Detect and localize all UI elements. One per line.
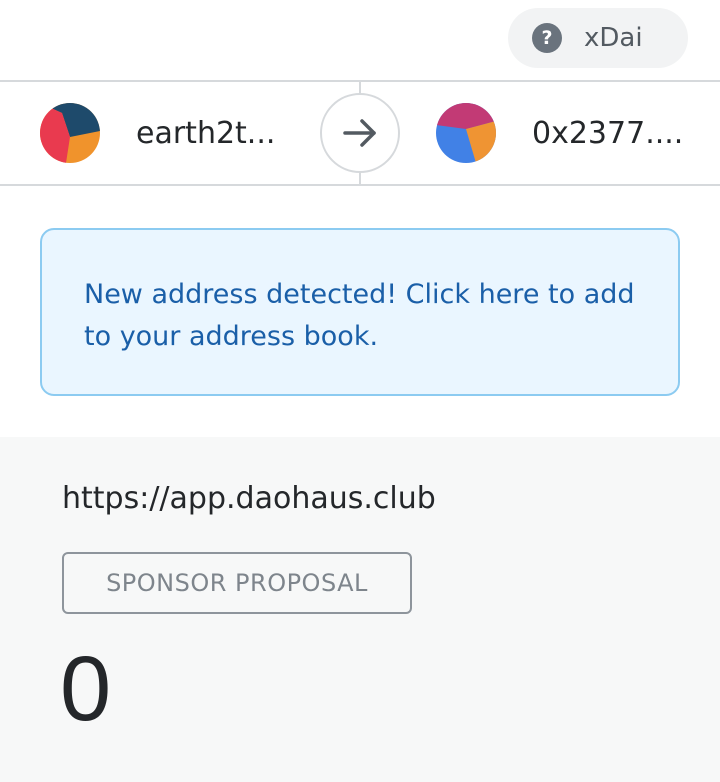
sender-avatar (40, 103, 100, 163)
method-badge: SPONSOR PROPOSAL (62, 552, 412, 614)
network-selector[interactable]: ? xDai (508, 8, 688, 68)
sender-name: earth2t... (136, 115, 276, 151)
transaction-details: https://app.daohaus.club SPONSOR PROPOSA… (0, 437, 720, 782)
new-address-notice[interactable]: New address detected! Click here to add … (40, 228, 680, 396)
header-bar: ? xDai (0, 0, 720, 82)
transaction-amount: 0 (60, 638, 112, 740)
notice-text[interactable]: New address detected! Click here to add … (84, 274, 638, 358)
sender-recipient-row: earth2t... 0x2377.... (0, 82, 720, 186)
recipient-account[interactable]: 0x2377.... (436, 102, 683, 164)
recipient-name: 0x2377.... (532, 115, 684, 151)
recipient-avatar (436, 103, 496, 163)
arrow-right-icon (320, 93, 400, 173)
help-icon: ? (532, 23, 562, 53)
sender-account[interactable]: earth2t... (40, 102, 275, 164)
network-label: xDai (584, 23, 643, 53)
origin-url: https://app.daohaus.club (62, 481, 436, 516)
